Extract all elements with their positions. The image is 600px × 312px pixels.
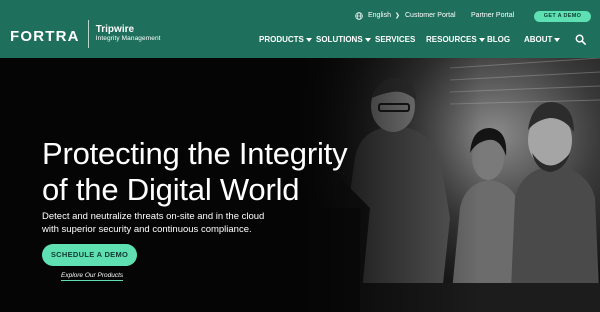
- nav-resources[interactable]: RESOURCES: [426, 35, 485, 44]
- language-selector[interactable]: English ❯: [368, 12, 400, 19]
- nav-blog[interactable]: BLOG: [487, 35, 510, 44]
- hero-subheadline-line2: with superior security and continuous co…: [42, 224, 252, 235]
- partner-portal-link[interactable]: Partner Portal: [471, 12, 514, 19]
- fortra-tripwire-logo[interactable]: FORTRA Tripwire Integrity Management: [10, 20, 161, 50]
- nav-about[interactable]: ABOUT: [524, 35, 561, 44]
- hero-headline-line2: of the Digital World: [42, 172, 300, 207]
- explore-products-link[interactable]: Explore Our Products: [61, 272, 124, 281]
- logo-divider: [87, 20, 89, 48]
- caret-down-icon: [554, 37, 561, 42]
- hero-headline: Protecting the Integrity of the Digital …: [42, 136, 348, 208]
- language-label: English: [368, 12, 391, 19]
- site-header: FORTRA Tripwire Integrity Management Eng…: [0, 0, 600, 58]
- caret-down-icon: [478, 37, 485, 42]
- hero-subheadline: Detect and neutralize threats on-site an…: [42, 210, 264, 236]
- nav-label: ABOUT: [524, 35, 553, 44]
- nav-label: SERVICES: [375, 35, 416, 44]
- nav-label: RESOURCES: [426, 35, 477, 44]
- nav-products[interactable]: PRODUCTS: [259, 35, 312, 44]
- globe-icon[interactable]: [355, 12, 363, 20]
- nav-solutions[interactable]: SOLUTIONS: [316, 35, 371, 44]
- hero-headline-line1: Protecting the Integrity: [42, 136, 348, 171]
- hero-section: Protecting the Integrity of the Digital …: [0, 58, 600, 312]
- nav-services[interactable]: SERVICES: [375, 35, 415, 44]
- get-a-demo-button[interactable]: GET A DEMO: [534, 11, 591, 22]
- schedule-a-demo-button[interactable]: SCHEDULE A DEMO: [42, 244, 137, 266]
- product-name: Tripwire Integrity Management: [96, 25, 161, 42]
- hero-subheadline-line1: Detect and neutralize threats on-site an…: [42, 211, 265, 222]
- caret-down-icon: [364, 37, 371, 42]
- search-icon[interactable]: [575, 34, 586, 45]
- nav-label: SOLUTIONS: [316, 35, 363, 44]
- nav-label: PRODUCTS: [259, 35, 304, 44]
- customer-portal-link[interactable]: Customer Portal: [405, 12, 456, 19]
- nav-label: BLOG: [487, 35, 511, 44]
- fortra-wordmark: FORTRA: [10, 27, 80, 45]
- product-name-line2: Integrity Management: [95, 34, 161, 42]
- chevron-down-icon: ❯: [394, 13, 400, 19]
- caret-down-icon: [305, 37, 312, 42]
